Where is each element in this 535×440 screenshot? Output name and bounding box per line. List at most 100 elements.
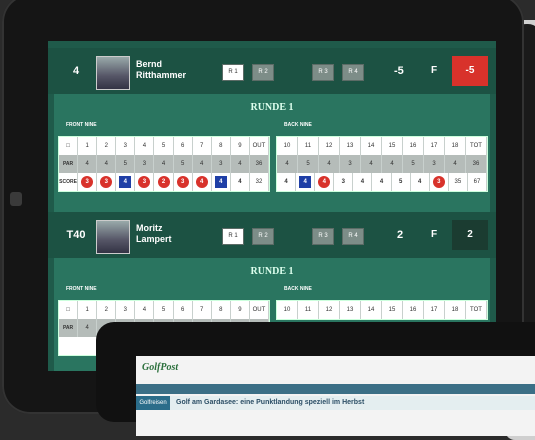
hole-cell: 4 (135, 137, 155, 155)
score-label: SCORE (59, 173, 79, 191)
hole-cell: 9 (230, 137, 250, 155)
score-badge: 4 (318, 176, 331, 188)
round-3-button[interactable]: R 3 (312, 64, 334, 81)
score-cell: 4 (116, 173, 136, 191)
score-cell: 5 (391, 173, 411, 191)
score-cell: 3 (97, 173, 117, 191)
website-category-tag[interactable]: Golfreisen (136, 396, 170, 410)
score-cell: 32 (249, 173, 270, 191)
player-last-name: Lampert (136, 234, 172, 244)
hole-cell: 2 (97, 301, 117, 319)
hole-cell: 5 (154, 137, 174, 155)
hole-cell: 6 (173, 301, 193, 319)
hole-cell: 17 (424, 301, 445, 319)
round-1-button[interactable]: R 1 (222, 64, 244, 81)
round-4-button[interactable]: R 4 (342, 228, 364, 245)
player-row[interactable]: T40 Moritz Lampert R 1 R 2 R 3 R 4 2 F 2 (48, 212, 496, 258)
hole-cell: 5 (154, 301, 174, 319)
hole-cell: 1 (78, 301, 98, 319)
par-cell: 4 (78, 319, 98, 337)
hole-cell: TOT (466, 301, 487, 319)
website-screen: GolfPost Golf am Gardasee: eine Punktlan… (136, 356, 535, 436)
score-in-cell: 35 (448, 173, 468, 191)
round-title: RUNDE 1 (250, 102, 294, 113)
player-photo (96, 56, 130, 90)
score-badge: 4 (195, 176, 208, 188)
par-cell: 5 (173, 155, 193, 173)
score-cell: 4 (211, 173, 231, 191)
round-4-button[interactable]: R 4 (342, 64, 364, 81)
par-cell: 3 (211, 155, 231, 173)
hole-cell: 17 (424, 137, 445, 155)
front-nine-table: □ 1 2 3 4 5 6 7 8 9 OUT PAR 4 4 5 3 4 5 … (58, 136, 270, 192)
score-cell: 4 (277, 173, 297, 191)
hole-cell: 6 (173, 137, 193, 155)
back-nine-table: 10 11 12 13 14 15 16 17 18 TOT (276, 300, 488, 320)
website-nav-bar[interactable] (136, 384, 535, 394)
score-badge: 4 (284, 179, 288, 185)
round-1-button[interactable]: R 1 (222, 228, 244, 245)
player-position: T40 (66, 229, 86, 241)
thru-status: F (431, 65, 438, 76)
back-nine-table: 10 11 12 13 14 15 16 17 18 TOT 4 5 4 3 4… (276, 136, 488, 192)
hole-cell: 11 (298, 137, 319, 155)
score-badge: 3 (432, 176, 445, 188)
par-cell: 5 (403, 155, 424, 173)
golfpost-logo[interactable]: GolfPost (142, 362, 178, 373)
player-photo (96, 220, 130, 254)
score-cell: 2 (154, 173, 174, 191)
par-cell: 4 (319, 155, 340, 173)
round-2-button[interactable]: R 2 (252, 64, 274, 81)
hole-cell: 1 (78, 137, 98, 155)
par-cell: 5 (116, 155, 136, 173)
hole-cell: 7 (192, 301, 212, 319)
player-first-name: Moritz (136, 223, 163, 233)
score-cell: 4 (192, 173, 212, 191)
hole-cell: 8 (211, 301, 231, 319)
player-last-name: Ritthammer (136, 70, 187, 80)
par-cell: 4 (192, 155, 212, 173)
score-box: -5 (452, 56, 488, 86)
player-name: Moritz Lampert (136, 223, 172, 245)
hole-cell: 12 (319, 137, 340, 155)
score-cell: 4 (372, 173, 392, 191)
total-to-par: -5 (394, 65, 404, 77)
par-label: PAR (59, 319, 79, 337)
score-total-cell: 67 (467, 173, 488, 191)
score-badge: 4 (119, 176, 132, 188)
hole-cell: 16 (403, 301, 424, 319)
par-cell: 3 (424, 155, 445, 173)
score-badge: 5 (398, 179, 403, 185)
score-cell: 3 (334, 173, 354, 191)
front-nine-label: FRONT NINE (66, 286, 97, 292)
back-nine-label: BACK NINE (284, 286, 312, 292)
hole-cell: 13 (340, 301, 361, 319)
score-cell: 3 (173, 173, 193, 191)
score-cell: 3 (78, 173, 98, 191)
hole-row: 10 11 12 13 14 15 16 17 18 TOT (277, 301, 487, 319)
hole-row: □ 1 2 3 4 5 6 7 8 9 OUT (59, 137, 270, 155)
website-headline[interactable]: Golf am Gardasee: eine Punktlandung spez… (136, 396, 535, 410)
player-row[interactable]: 4 Bernd Ritthammer R 1 R 2 R 3 R 4 -5 F … (48, 48, 496, 94)
hole-cell: TOT (466, 137, 487, 155)
player-name: Bernd Ritthammer (136, 59, 186, 81)
par-row: 4 5 4 3 4 4 5 3 4 36 (277, 155, 487, 173)
hole-cell: 9 (230, 301, 250, 319)
score-cell: 4 (296, 173, 316, 191)
hole-cell: 12 (319, 301, 340, 319)
hole-cell: 14 (361, 301, 382, 319)
hole-icon-cell: □ (59, 301, 79, 319)
hole-cell: 10 (277, 137, 298, 155)
par-cell: 4 (97, 155, 117, 173)
round-2-button[interactable]: R 2 (252, 228, 274, 245)
score-row: 4 4 4 3 4 4 5 4 3 35 67 (277, 173, 488, 191)
hole-cell: 4 (135, 301, 155, 319)
round-3-button[interactable]: R 3 (312, 228, 334, 245)
front-nine-label: FRONT NINE (66, 122, 97, 128)
foreground-tablet: GolfPost Golf am Gardasee: eine Punktlan… (96, 322, 535, 436)
hole-cell: 13 (340, 137, 361, 155)
score-badge: 4 (418, 179, 422, 185)
score-badge: 4 (360, 179, 365, 185)
score-box: 2 (452, 220, 488, 250)
hole-icon-cell: □ (59, 137, 79, 155)
